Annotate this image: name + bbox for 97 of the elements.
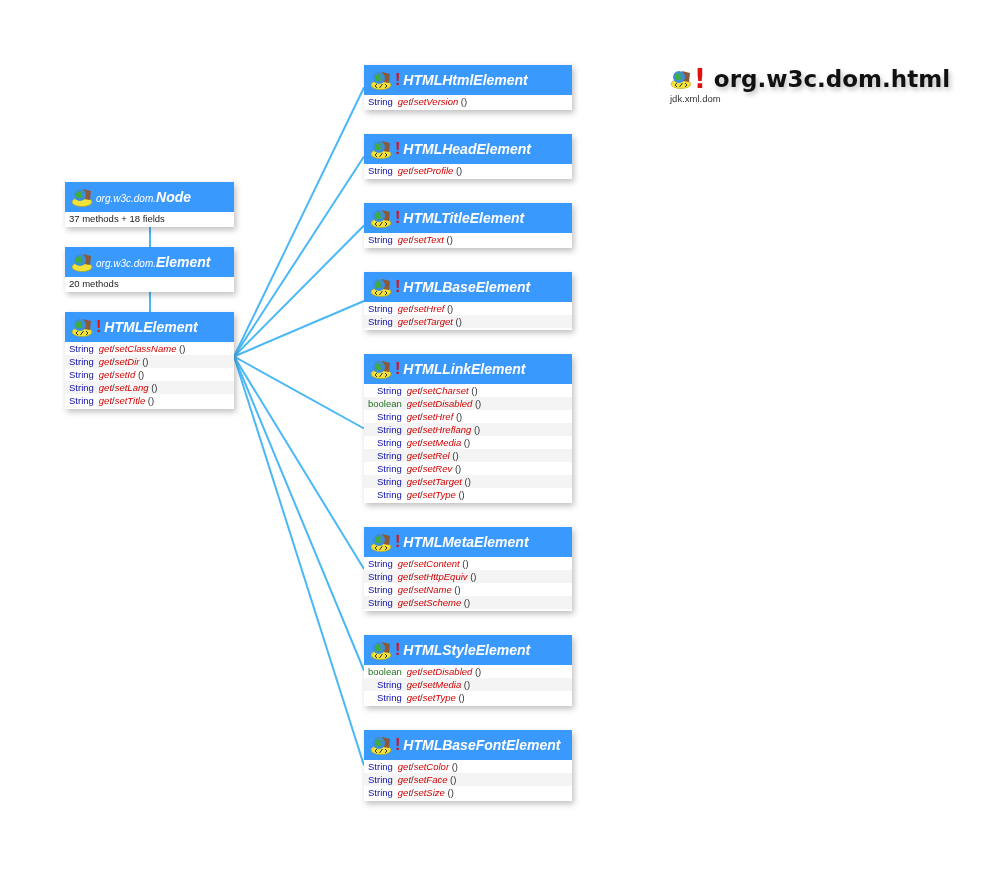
member-type: String [367, 233, 394, 246]
member-type: String [68, 342, 95, 355]
method-signature: get/setScheme () [397, 596, 472, 609]
member-summary: 37 methods + 18 fields [68, 212, 166, 226]
globe-code-icon [370, 735, 392, 755]
method-signature: get/setName () [397, 583, 462, 596]
member-type: String [367, 95, 394, 108]
member-type: String [68, 368, 95, 381]
method-signature: get/setDisabled () [406, 397, 483, 410]
globe-code-icon [71, 317, 93, 337]
exclamation-mark: ! [395, 71, 401, 89]
member-type: String [367, 583, 394, 596]
globe-code-icon [370, 640, 392, 660]
class-title: HTMLStyleElement [403, 641, 531, 659]
exclamation-mark: ! [395, 360, 401, 378]
method-signature: get/setHref () [397, 302, 455, 315]
method-signature: get/setHref () [406, 410, 464, 423]
method-signature: get/setSize () [397, 786, 455, 799]
member-type: String [376, 436, 403, 449]
member-type: String [376, 678, 403, 691]
globe-icon [71, 187, 93, 207]
method-signature: get/setDir () [98, 355, 150, 368]
member-type: String [68, 381, 95, 394]
exclamation-mark: ! [395, 533, 401, 551]
method-signature: get/setHttpEquiv () [397, 570, 478, 583]
member-type: boolean [367, 665, 403, 678]
connector-line [149, 226, 151, 248]
class-title: HTMLElement [104, 318, 198, 336]
globe-code-icon [670, 69, 692, 89]
method-signature: get/setMedia () [406, 436, 472, 449]
member-type: String [367, 164, 394, 177]
exclamation-mark: ! [395, 209, 401, 227]
method-signature: get/setVersion () [397, 95, 469, 108]
method-signature: get/setTarget () [406, 475, 472, 488]
method-signature: get/setClassName () [98, 342, 187, 355]
method-signature: get/setContent () [397, 557, 470, 570]
member-type: String [367, 786, 394, 799]
method-signature: get/setTarget () [397, 315, 463, 328]
method-signature: get/setFace () [397, 773, 458, 786]
method-signature: get/setRel () [406, 449, 460, 462]
module-name: jdk.xml.dom [670, 93, 722, 104]
class-title: HTMLHtmlElement [403, 71, 528, 89]
method-signature: get/setText () [397, 233, 454, 246]
exclamation-mark: ! [395, 641, 401, 659]
class-title: HTMLLinkElement [403, 360, 526, 378]
globe-icon [71, 252, 93, 272]
member-type: String [367, 315, 394, 328]
member-type: String [376, 475, 403, 488]
class-title: org.w3c.dom.Element [96, 253, 211, 271]
package-title: org.w3c.dom.html [713, 66, 950, 92]
method-signature: get/setColor () [397, 760, 460, 773]
exclamation-mark: ! [96, 318, 102, 336]
exclamation-mark: ! [395, 278, 401, 296]
globe-code-icon [370, 139, 392, 159]
exclamation-mark: ! [395, 140, 401, 158]
globe-code-icon [370, 532, 392, 552]
member-type: String [367, 302, 394, 315]
method-signature: get/setId () [98, 368, 146, 381]
member-type: String [376, 488, 403, 501]
exclamation-mark: ! [694, 66, 706, 92]
connector-line [149, 291, 151, 313]
class-title: HTMLTitleElement [403, 209, 525, 227]
method-signature: get/setDisabled () [406, 665, 483, 678]
method-signature: get/setRev () [406, 462, 463, 475]
member-type: String [376, 449, 403, 462]
method-signature: get/setType () [406, 488, 466, 501]
member-type: String [376, 384, 403, 397]
class-title: HTMLMetaElement [403, 533, 529, 551]
method-signature: get/setType () [406, 691, 466, 704]
class-title: HTMLBaseFontElement [403, 736, 561, 754]
method-signature: get/setMedia () [406, 678, 472, 691]
globe-code-icon [370, 359, 392, 379]
method-signature: get/setLang () [98, 381, 159, 394]
globe-code-icon [370, 277, 392, 297]
member-type: boolean [367, 397, 403, 410]
globe-code-icon [370, 70, 392, 90]
member-type: String [367, 570, 394, 583]
member-type: String [376, 462, 403, 475]
method-signature: get/setHreflang () [406, 423, 482, 436]
exclamation-mark: ! [395, 736, 401, 754]
member-type: String [376, 410, 403, 423]
member-type: String [367, 773, 394, 786]
member-type: String [367, 596, 394, 609]
class-title: HTMLHeadElement [403, 140, 531, 158]
method-signature: get/setCharset () [406, 384, 479, 397]
globe-code-icon [370, 208, 392, 228]
member-type: String [68, 394, 95, 407]
class-title: HTMLBaseElement [403, 278, 531, 296]
member-type: String [376, 423, 403, 436]
member-type: String [367, 557, 394, 570]
member-type: String [68, 355, 95, 368]
member-type: String [376, 691, 403, 704]
class-title: org.w3c.dom.Node [96, 188, 192, 206]
method-signature: get/setTitle () [98, 394, 156, 407]
method-signature: get/setProfile () [397, 164, 464, 177]
member-summary: 20 methods [68, 277, 120, 291]
member-type: String [367, 760, 394, 773]
